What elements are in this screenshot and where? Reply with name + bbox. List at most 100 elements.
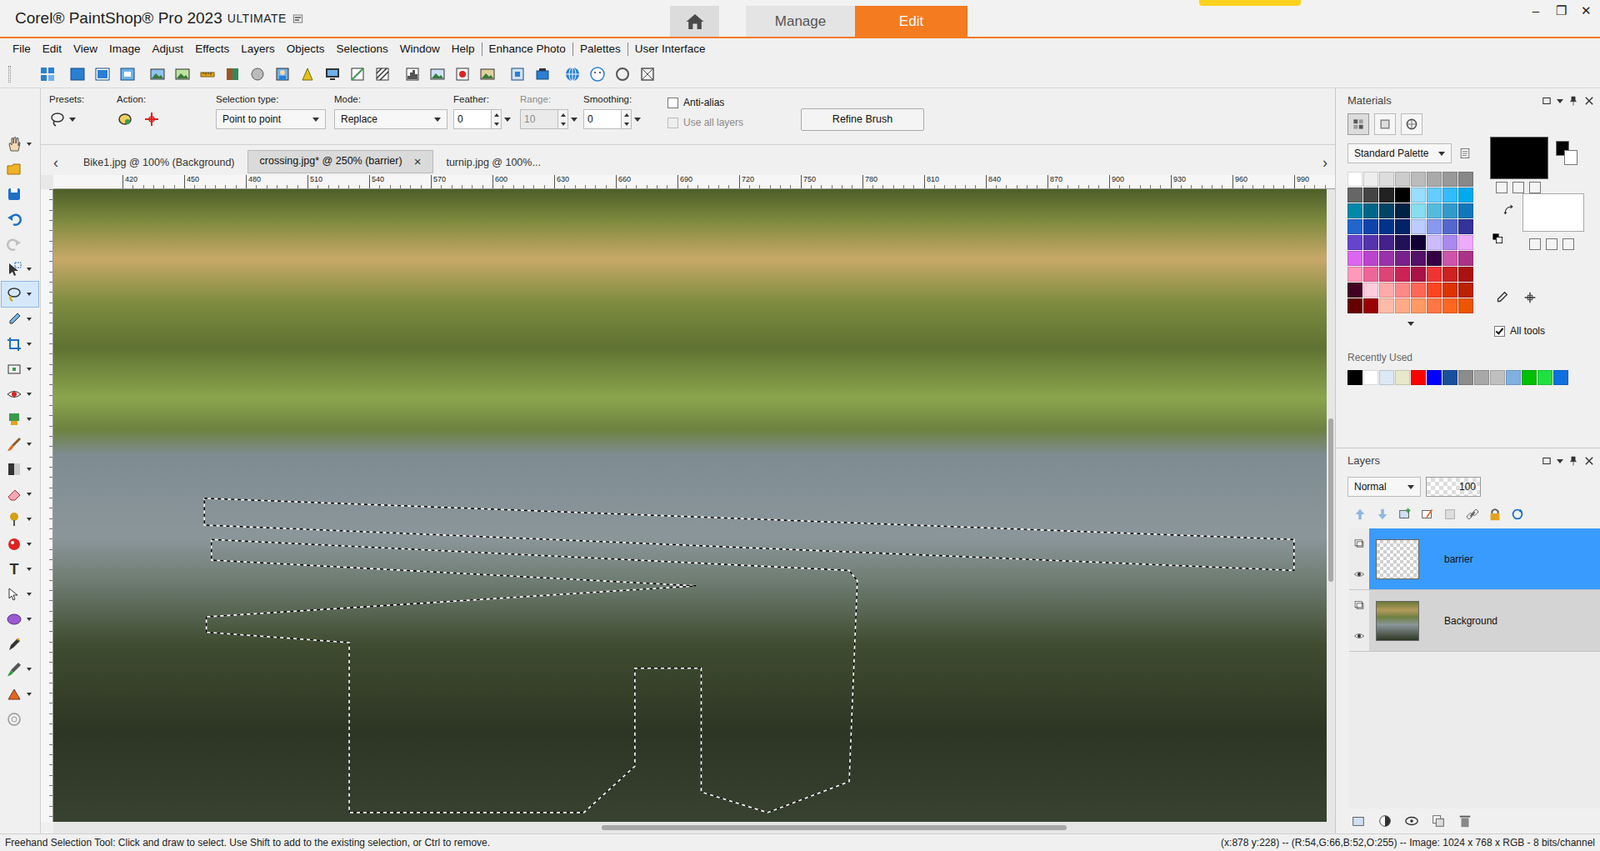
window-control[interactable]: ✕ — [1578, 3, 1594, 19]
dropdown-arrow-icon[interactable] — [504, 117, 511, 122]
dropdown-arrow-icon[interactable] — [26, 592, 32, 596]
document-tab[interactable]: crossing.jpg* @ 250% (barrier)× — [247, 150, 435, 175]
dropdown-arrow-icon[interactable] — [1407, 485, 1415, 490]
image-icon[interactable] — [149, 65, 166, 83]
pick-tool-icon[interactable] — [5, 260, 23, 278]
rainbow-tab[interactable] — [1374, 113, 1396, 135]
color-swatch[interactable] — [1379, 298, 1395, 314]
edit-layer-icon[interactable] — [1420, 506, 1435, 522]
tool-button[interactable] — [1, 656, 39, 682]
merge-icon[interactable] — [1442, 506, 1458, 522]
color-swatch[interactable] — [1442, 171, 1458, 187]
color-swatch[interactable] — [1458, 187, 1474, 203]
link-icon[interactable] — [1465, 506, 1480, 522]
move-down-icon[interactable] — [1375, 506, 1390, 522]
cone-icon[interactable] — [299, 65, 316, 83]
refresh-icon[interactable] — [1510, 506, 1525, 522]
workspace-icon[interactable] — [39, 65, 56, 83]
color-swatch[interactable] — [1347, 219, 1363, 235]
tool-button[interactable] — [1, 206, 39, 232]
color-swatch[interactable] — [1395, 171, 1410, 187]
all-tools-checkbox[interactable]: All tools — [1494, 323, 1545, 339]
reset-colors-icon[interactable] — [1490, 231, 1505, 245]
color-swatch[interactable] — [1442, 298, 1458, 314]
dropdown-arrow-icon[interactable] — [1407, 321, 1415, 326]
recent-swatch[interactable] — [1395, 370, 1410, 385]
down-arrow-icon[interactable] — [494, 122, 500, 126]
home-button[interactable] — [670, 5, 720, 37]
dropper-icon[interactable] — [1494, 290, 1510, 305]
layer-row[interactable]: Background — [1349, 590, 1600, 652]
open-folder-icon[interactable] — [5, 160, 23, 178]
dropdown-arrow-icon[interactable] — [26, 342, 32, 346]
color-swatch[interactable] — [1410, 219, 1426, 235]
smoothing-input[interactable]: 0 — [583, 109, 668, 130]
checkbox[interactable] — [1494, 325, 1505, 337]
dropdown-arrow-icon[interactable] — [69, 117, 76, 122]
screen-icon[interactable] — [324, 65, 341, 83]
menu-item[interactable]: Palettes — [574, 40, 627, 58]
tool-button[interactable] — [1, 406, 39, 432]
color-swatch[interactable] — [1426, 203, 1442, 219]
tool-button[interactable] — [1, 506, 39, 532]
dropdown-arrow-icon[interactable] — [26, 567, 32, 571]
color-swatch[interactable] — [1395, 219, 1410, 235]
recent-swatch[interactable] — [1410, 370, 1426, 385]
recent-swatch[interactable] — [1474, 370, 1490, 385]
gradient-fill-icon[interactable] — [5, 460, 23, 478]
color-swatch[interactable] — [1347, 171, 1363, 187]
refine-brush-button[interactable]: Refine Brush — [800, 108, 925, 131]
recent-swatch[interactable] — [1490, 370, 1505, 385]
dropdown-arrow-icon[interactable] — [26, 667, 32, 671]
color-swatch[interactable] — [1442, 266, 1458, 282]
foreground-style-icon[interactable] — [1529, 181, 1541, 194]
opacity-input[interactable]: 100 — [1425, 476, 1481, 497]
ellipse-icon[interactable] — [5, 610, 23, 628]
color-swatch[interactable] — [1363, 187, 1379, 203]
workspace-tab[interactable]: Edit — [855, 5, 968, 37]
tool-button[interactable] — [1, 606, 39, 632]
tool-button[interactable] — [1, 381, 39, 407]
layer-name[interactable]: barrier — [1444, 551, 1474, 567]
down-arrow-icon[interactable] — [624, 122, 630, 126]
color-swatch[interactable] — [1347, 235, 1363, 250]
color-swatch[interactable] — [1458, 298, 1474, 314]
pan-tool-icon[interactable] — [5, 135, 23, 153]
group-icon[interactable] — [1430, 813, 1446, 829]
red-eye-icon[interactable] — [5, 385, 23, 403]
color-swatch[interactable] — [1347, 203, 1363, 219]
background-style-icon[interactable] — [1529, 238, 1541, 250]
hatch-icon[interactable] — [374, 65, 391, 83]
dropdown-arrow-icon[interactable] — [570, 117, 578, 122]
document-tab-label[interactable]: turnip.jpg @ 100%... — [445, 155, 540, 171]
color-swatch[interactable] — [1379, 266, 1395, 282]
dropdown-arrow-icon[interactable] — [1556, 99, 1564, 104]
image-green-icon[interactable] — [174, 65, 191, 83]
color-swatch[interactable] — [1426, 250, 1442, 266]
menu-item[interactable]: File — [6, 40, 37, 58]
gradient-icon[interactable] — [224, 65, 241, 83]
layer-thumbnail[interactable] — [1375, 539, 1420, 580]
tool-button[interactable]: T — [1, 556, 39, 582]
tool-button[interactable] — [1, 231, 39, 257]
red-eye-icon[interactable] — [454, 65, 471, 83]
foreground-color-box[interactable] — [1490, 136, 1549, 180]
color-swatch[interactable] — [1410, 250, 1426, 266]
color-swatch[interactable] — [1458, 235, 1474, 250]
paint-brush-icon[interactable] — [5, 435, 23, 453]
color-swatch[interactable] — [1347, 298, 1363, 314]
color-swatch[interactable] — [1458, 282, 1474, 298]
color-swatch[interactable] — [1426, 171, 1442, 187]
fit-window-icon[interactable] — [119, 65, 136, 83]
new-raster-icon[interactable] — [1350, 813, 1366, 829]
foreground-style-icon[interactable] — [1512, 181, 1525, 194]
swatch-tab[interactable] — [1347, 113, 1370, 135]
color-swatch[interactable] — [1410, 171, 1426, 187]
color-swatch[interactable] — [1379, 219, 1395, 235]
color-swatch[interactable] — [1379, 203, 1395, 219]
document-tab-label[interactable]: Bike1.jpg @ 100% (Background) — [83, 155, 235, 171]
color-swatch[interactable] — [1410, 235, 1426, 250]
frame-tab[interactable] — [1400, 113, 1423, 135]
color-swatch[interactable] — [1426, 298, 1442, 314]
picture-tube-icon[interactable] — [5, 535, 23, 553]
